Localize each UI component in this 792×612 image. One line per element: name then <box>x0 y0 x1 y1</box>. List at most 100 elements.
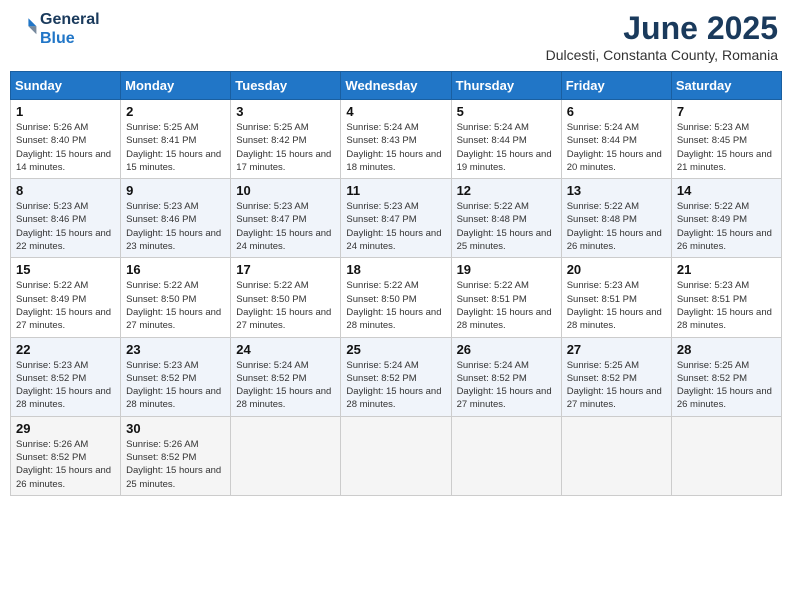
table-row: 6 Sunrise: 5:24 AMSunset: 8:44 PMDaylight… <box>561 100 671 179</box>
day-number: 30 <box>126 421 225 436</box>
day-number: 14 <box>677 183 776 198</box>
table-row: 16Sunrise: 5:22 AMSunset: 8:50 PMDayligh… <box>121 258 231 337</box>
table-row: 9 Sunrise: 5:23 AMSunset: 8:46 PMDaylight… <box>121 179 231 258</box>
table-row: 13 Sunrise: 5:22 AMSunset: 8:48 PMDayligh… <box>561 179 671 258</box>
day-info: Sunrise: 5:24 AMSunset: 8:44 PMDaylight:… <box>567 121 666 174</box>
day-number: 4 <box>346 104 445 119</box>
day-info: Sunrise: 5:25 AMSunset: 8:42 PMDaylight:… <box>236 121 335 174</box>
day-number: 1 <box>16 104 115 119</box>
logo: General Blue <box>14 10 100 48</box>
table-row: 20Sunrise: 5:23 AMSunset: 8:51 PMDayligh… <box>561 258 671 337</box>
day-info: Sunrise: 5:23 AMSunset: 8:46 PMDaylight:… <box>126 200 225 253</box>
day-info: Sunrise: 5:26 AMSunset: 8:40 PMDaylight:… <box>16 121 115 174</box>
day-number: 27 <box>567 342 666 357</box>
table-row: 7 Sunrise: 5:23 AMSunset: 8:45 PMDaylight… <box>671 100 781 179</box>
location-title: Dulcesti, Constanta County, Romania <box>546 47 778 63</box>
logo-line2: Blue <box>40 29 100 48</box>
day-info: Sunrise: 5:24 AMSunset: 8:52 PMDaylight:… <box>457 359 556 412</box>
day-number: 24 <box>236 342 335 357</box>
table-row: 8Sunrise: 5:23 AMSunset: 8:46 PMDaylight… <box>11 179 121 258</box>
day-number: 2 <box>126 104 225 119</box>
table-row: 14 Sunrise: 5:22 AMSunset: 8:49 PMDayligh… <box>671 179 781 258</box>
day-number: 8 <box>16 183 115 198</box>
day-info: Sunrise: 5:23 AMSunset: 8:47 PMDaylight:… <box>346 200 445 253</box>
table-row: 25 Sunrise: 5:24 AMSunset: 8:52 PMDayligh… <box>341 337 451 416</box>
day-number: 17 <box>236 262 335 277</box>
day-info: Sunrise: 5:24 AMSunset: 8:52 PMDaylight:… <box>236 359 335 412</box>
table-row: 12Sunrise: 5:22 AMSunset: 8:48 PMDayligh… <box>451 179 561 258</box>
table-row: 19Sunrise: 5:22 AMSunset: 8:51 PMDayligh… <box>451 258 561 337</box>
day-info: Sunrise: 5:24 AMSunset: 8:44 PMDaylight:… <box>457 121 556 174</box>
day-number: 21 <box>677 262 776 277</box>
day-info: Sunrise: 5:23 AMSunset: 8:51 PMDaylight:… <box>677 279 776 332</box>
day-info: Sunrise: 5:23 AMSunset: 8:47 PMDaylight:… <box>236 200 335 253</box>
table-row: 3Sunrise: 5:25 AMSunset: 8:42 PMDaylight… <box>231 100 341 179</box>
title-area: June 2025 Dulcesti, Constanta County, Ro… <box>546 10 778 63</box>
calendar: Sunday Monday Tuesday Wednesday Thursday… <box>10 71 782 496</box>
col-friday: Friday <box>561 72 671 100</box>
table-row: 15 Sunrise: 5:22 AMSunset: 8:49 PMDayligh… <box>11 258 121 337</box>
day-info: Sunrise: 5:22 AMSunset: 8:49 PMDaylight:… <box>677 200 776 253</box>
day-info: Sunrise: 5:22 AMSunset: 8:49 PMDaylight:… <box>16 279 115 332</box>
table-row: 26 Sunrise: 5:24 AMSunset: 8:52 PMDayligh… <box>451 337 561 416</box>
table-row: 30 Sunrise: 5:26 AMSunset: 8:52 PMDayligh… <box>121 416 231 495</box>
calendar-week-row: 29Sunrise: 5:26 AMSunset: 8:52 PMDayligh… <box>11 416 782 495</box>
day-info: Sunrise: 5:22 AMSunset: 8:50 PMDaylight:… <box>236 279 335 332</box>
table-row: 24 Sunrise: 5:24 AMSunset: 8:52 PMDayligh… <box>231 337 341 416</box>
table-row <box>451 416 561 495</box>
day-info: Sunrise: 5:23 AMSunset: 8:51 PMDaylight:… <box>567 279 666 332</box>
table-row: 5 Sunrise: 5:24 AMSunset: 8:44 PMDaylight… <box>451 100 561 179</box>
day-info: Sunrise: 5:25 AMSunset: 8:52 PMDaylight:… <box>677 359 776 412</box>
day-info: Sunrise: 5:26 AMSunset: 8:52 PMDaylight:… <box>126 438 225 491</box>
calendar-week-row: 15 Sunrise: 5:22 AMSunset: 8:49 PMDayligh… <box>11 258 782 337</box>
day-info: Sunrise: 5:25 AMSunset: 8:41 PMDaylight:… <box>126 121 225 174</box>
table-row: 10 Sunrise: 5:23 AMSunset: 8:47 PMDayligh… <box>231 179 341 258</box>
day-number: 7 <box>677 104 776 119</box>
calendar-week-row: 22Sunrise: 5:23 AMSunset: 8:52 PMDayligh… <box>11 337 782 416</box>
day-info: Sunrise: 5:22 AMSunset: 8:48 PMDaylight:… <box>567 200 666 253</box>
table-row: 22Sunrise: 5:23 AMSunset: 8:52 PMDayligh… <box>11 337 121 416</box>
calendar-week-row: 8 Sunrise: 5:23 AMSunset: 8:46 PMDaylight… <box>11 179 782 258</box>
day-number: 6 <box>567 104 666 119</box>
table-row: 23Sunrise: 5:23 AMSunset: 8:52 PMDayligh… <box>121 337 231 416</box>
col-saturday: Saturday <box>671 72 781 100</box>
col-sunday: Sunday <box>11 72 121 100</box>
day-info: Sunrise: 5:25 AMSunset: 8:52 PMDaylight:… <box>567 359 666 412</box>
col-tuesday: Tuesday <box>231 72 341 100</box>
table-row <box>341 416 451 495</box>
table-row: 11 Sunrise: 5:23 AMSunset: 8:47 PMDayligh… <box>341 179 451 258</box>
day-number: 16 <box>126 262 225 277</box>
day-info: Sunrise: 5:22 AMSunset: 8:48 PMDaylight:… <box>457 200 556 253</box>
day-number: 11 <box>346 183 445 198</box>
day-number: 9 <box>126 183 225 198</box>
day-number: 18 <box>346 262 445 277</box>
header: General Blue June 2025 Dulcesti, Constan… <box>10 10 782 63</box>
day-number: 5 <box>457 104 556 119</box>
table-row: 28Sunrise: 5:25 AMSunset: 8:52 PMDayligh… <box>671 337 781 416</box>
calendar-week-row: 1 Sunrise: 5:26 AMSunset: 8:40 PMDaylight… <box>11 100 782 179</box>
col-wednesday: Wednesday <box>341 72 451 100</box>
table-row <box>231 416 341 495</box>
day-info: Sunrise: 5:23 AMSunset: 8:45 PMDaylight:… <box>677 121 776 174</box>
day-info: Sunrise: 5:22 AMSunset: 8:50 PMDaylight:… <box>346 279 445 332</box>
table-row <box>561 416 671 495</box>
day-number: 15 <box>16 262 115 277</box>
col-monday: Monday <box>121 72 231 100</box>
col-thursday: Thursday <box>451 72 561 100</box>
day-number: 13 <box>567 183 666 198</box>
day-info: Sunrise: 5:26 AMSunset: 8:52 PMDaylight:… <box>16 438 115 491</box>
day-number: 25 <box>346 342 445 357</box>
day-info: Sunrise: 5:23 AMSunset: 8:52 PMDaylight:… <box>16 359 115 412</box>
month-title: June 2025 <box>546 10 778 47</box>
table-row: 29Sunrise: 5:26 AMSunset: 8:52 PMDayligh… <box>11 416 121 495</box>
day-info: Sunrise: 5:22 AMSunset: 8:51 PMDaylight:… <box>457 279 556 332</box>
day-info: Sunrise: 5:24 AMSunset: 8:52 PMDaylight:… <box>346 359 445 412</box>
table-row: 1 Sunrise: 5:26 AMSunset: 8:40 PMDaylight… <box>11 100 121 179</box>
day-number: 23 <box>126 342 225 357</box>
table-row: 27 Sunrise: 5:25 AMSunset: 8:52 PMDayligh… <box>561 337 671 416</box>
day-info: Sunrise: 5:24 AMSunset: 8:43 PMDaylight:… <box>346 121 445 174</box>
day-number: 10 <box>236 183 335 198</box>
day-number: 26 <box>457 342 556 357</box>
calendar-header-row: Sunday Monday Tuesday Wednesday Thursday… <box>11 72 782 100</box>
logo-line1: General <box>40 10 100 29</box>
